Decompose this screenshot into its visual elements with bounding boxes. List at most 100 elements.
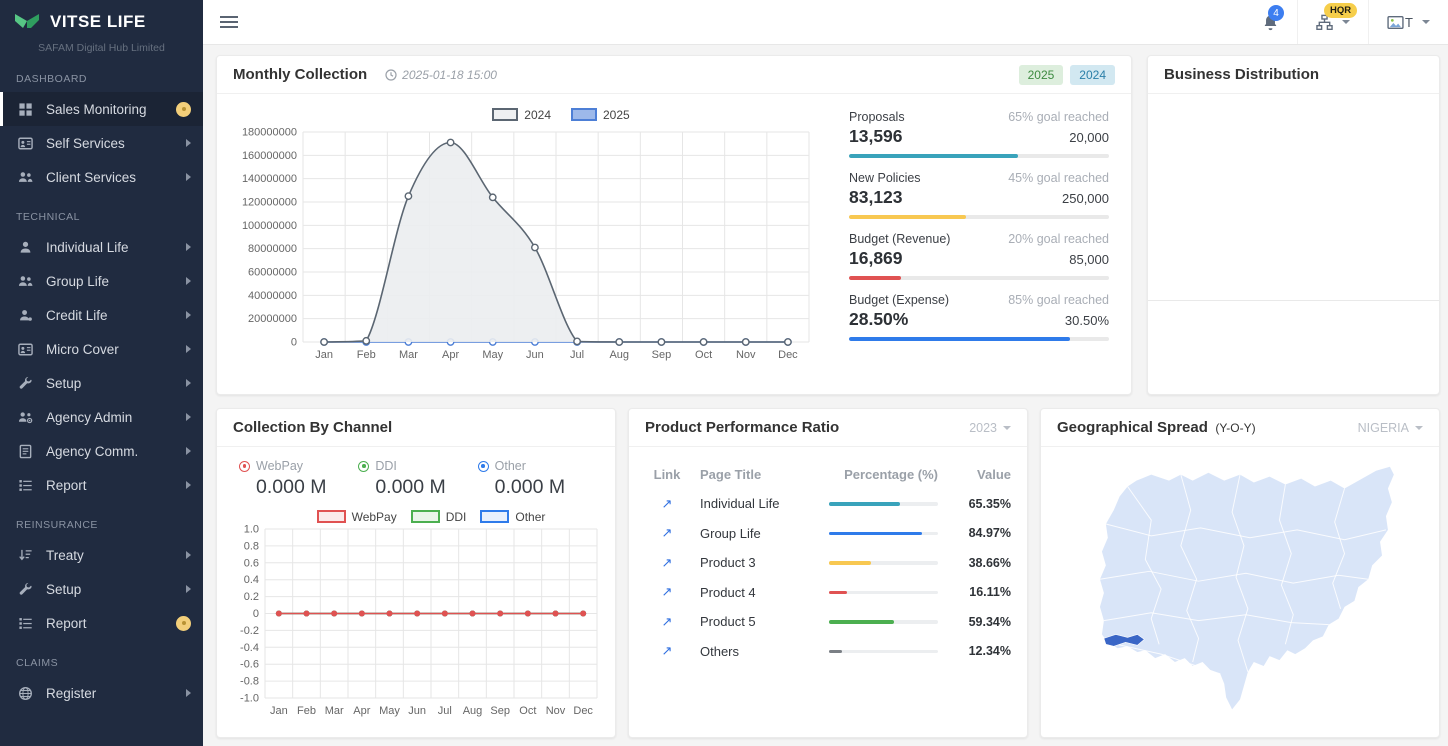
svg-text:Feb: Feb [297,705,316,717]
notification-count-badge: 4 [1268,5,1284,21]
sidebar-item-setup[interactable]: Setup [0,572,203,606]
external-link-icon[interactable]: ↗ [645,643,689,659]
external-link-icon[interactable]: ↗ [645,614,689,630]
brand[interactable]: VITSE LIFE [0,0,203,34]
svg-text:Aug: Aug [463,705,483,717]
sidebar-item-self-services[interactable]: Self Services [0,126,203,160]
product-title: Others [700,644,818,659]
legend-swatch [492,108,518,121]
goal-values: 16,869 85,000 [849,248,1109,269]
year-selector[interactable]: 2023 [969,421,1011,435]
sidebar-item-agency-admin[interactable]: Agency Admin [0,400,203,434]
svg-text:May: May [379,705,400,717]
table-row-individual-life: ↗Individual Life65.35% [645,489,1011,519]
sidebar-item-micro-cover[interactable]: Micro Cover [0,332,203,366]
channel-stat-label: WebPay [239,459,358,473]
external-link-icon[interactable]: ↗ [645,584,689,600]
svg-text:0.6: 0.6 [244,557,259,569]
sidebar-nav: DASHBOARDSales MonitoringSelf ServicesCl… [0,56,203,710]
legend-swatch [411,510,440,523]
svg-text:1.0: 1.0 [244,524,259,536]
sidebar-item-label: Register [46,686,96,701]
legend-item-ddi[interactable]: DDI [411,510,467,524]
person-icon [18,240,33,255]
sidebar-item-label: Report [46,478,87,493]
sidebar-item-agency-comm[interactable]: Agency Comm. [0,434,203,468]
chevron-right-icon [186,139,191,147]
percentage-bar-fill [829,620,894,624]
people-gear-icon [18,410,33,425]
svg-text:100000000: 100000000 [242,220,297,232]
product-value: 84.97% [949,526,1011,540]
year-badge-2025[interactable]: 2025 [1019,65,1064,85]
sidebar-item-setup[interactable]: Setup [0,366,203,400]
legend-item-other[interactable]: Other [480,510,545,524]
sidebar-item-report[interactable]: Report [0,606,203,640]
percentage-bar-fill [829,591,847,595]
product-performance-card: Product Performance Ratio 2023 Link Page… [628,408,1028,738]
percentage-bar-track [829,620,938,624]
svg-text:-1.0: -1.0 [240,693,259,705]
legend-item-2024[interactable]: 2024 [492,108,551,122]
monthly-collection-chart-svg: 0200000004000000060000000800000001000000… [227,124,823,368]
channel-stat-value: 0.000 M [239,473,358,499]
channel-stat-name: WebPay [256,459,303,473]
dashboard-content: Monthly Collection 2025-01-18 15:00 2025… [203,45,1448,746]
goal-target: 85,000 [1069,252,1109,267]
svg-text:Jan: Jan [270,705,288,717]
card-title: Business Distribution [1164,66,1319,83]
goal-target: 20,000 [1069,130,1109,145]
sidebar-item-report[interactable]: Report [0,468,203,502]
sidebar-item-group-life[interactable]: Group Life [0,264,203,298]
sidebar-item-credit-life[interactable]: Credit Life [0,298,203,332]
goal-value: 13,596 [849,126,903,147]
table-header-row: Link Page Title Percentage (%) Value [645,459,1011,489]
svg-text:Nov: Nov [736,349,756,361]
user-menu-button[interactable]: T [1368,0,1448,44]
goal-progress-fill [849,337,1070,341]
org-selector-button[interactable]: HQR [1297,0,1368,44]
notifications-button[interactable]: 4 [1244,0,1297,44]
region-selector-value: NIGERIA [1358,421,1409,435]
product-title: Product 5 [700,614,818,629]
timestamp-text: 2025-01-18 15:00 [402,68,497,82]
geographical-spread-card: Geographical Spread (Y-O-Y) NIGERIA [1040,408,1440,738]
region-selector[interactable]: NIGERIA [1358,421,1423,435]
svg-text:180000000: 180000000 [242,127,297,139]
sidebar-item-register[interactable]: Register [0,676,203,710]
svg-text:Apr: Apr [442,349,459,361]
svg-text:Jul: Jul [570,349,584,361]
collection-by-channel-card: Collection By Channel WebPay0.000 MDDI0.… [216,408,616,738]
channel-stat-other: Other0.000 M [478,459,597,499]
svg-text:Jun: Jun [526,349,544,361]
year-badge-2024[interactable]: 2024 [1070,65,1115,85]
legend-item-2025[interactable]: 2025 [571,108,630,122]
external-link-icon[interactable]: ↗ [645,496,689,512]
legend-swatch [317,510,346,523]
card-title: Geographical Spread (Y-O-Y) [1057,419,1256,436]
circled-dot-icon [478,461,489,472]
nigeria-map[interactable] [1042,451,1438,737]
svg-text:-0.4: -0.4 [240,642,259,654]
svg-text:20000000: 20000000 [248,313,297,325]
svg-text:Dec: Dec [778,349,798,361]
sidebar-item-client-services[interactable]: Client Services [0,160,203,194]
svg-text:Nov: Nov [546,705,566,717]
goal-label: Proposals [849,110,905,124]
menu-toggle-button[interactable] [220,13,238,31]
legend-item-webpay[interactable]: WebPay [317,510,397,524]
sidebar-item-treaty[interactable]: Treaty [0,538,203,572]
external-link-icon[interactable]: ↗ [645,555,689,571]
sidebar-item-sales-monitoring[interactable]: Sales Monitoring [0,92,203,126]
goal-progress-fill [849,154,1018,158]
goal-label: Budget (Expense) [849,293,949,307]
product-value: 12.34% [949,644,1011,658]
topbar: 4 HQR T [203,0,1448,45]
avatar-image-icon [1387,14,1404,31]
external-link-icon[interactable]: ↗ [645,525,689,541]
sidebar: VITSE LIFE SAFAM Digital Hub Limited DAS… [0,0,203,746]
brand-logo-icon [14,12,40,32]
goal-value: 16,869 [849,248,903,269]
sidebar-item-individual-life[interactable]: Individual Life [0,230,203,264]
table-row-product-5: ↗Product 559.34% [645,607,1011,637]
